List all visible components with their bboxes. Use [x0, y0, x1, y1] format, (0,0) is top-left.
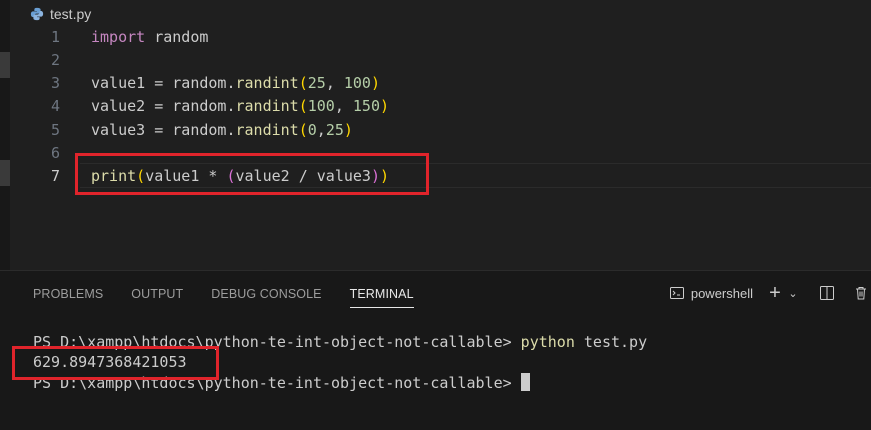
editor-tab-bar: test.py: [10, 0, 871, 26]
tab-problems[interactable]: PROBLEMS: [33, 287, 103, 308]
highlight-box-print-line: [75, 153, 429, 195]
tab-test-py[interactable]: test.py: [30, 4, 91, 24]
python-file-icon: [30, 7, 44, 21]
code-text: value2 = random.randint(100, 150): [91, 97, 390, 116]
activity-bar-edge: [0, 0, 10, 270]
terminal-command-arg: test.py: [574, 333, 648, 351]
terminal-cursor: [520, 373, 530, 391]
gutter-marker: [0, 52, 10, 78]
line-number: 2: [50, 50, 60, 69]
add-terminal-icon[interactable]: +: [765, 282, 785, 304]
code-line[interactable]: 2: [10, 48, 871, 71]
shell-name[interactable]: powershell: [691, 286, 753, 301]
chevron-down-icon[interactable]: ⌄: [787, 283, 799, 303]
line-number: 7: [50, 167, 60, 186]
line-number: 1: [50, 27, 60, 46]
tab-output[interactable]: OUTPUT: [131, 287, 183, 308]
code-line[interactable]: 5 value3 = random.randint(0,25): [10, 118, 871, 141]
line-number: 4: [50, 97, 60, 116]
code-line[interactable]: 3 value1 = random.randint(25, 100): [10, 72, 871, 95]
tab-label: test.py: [50, 6, 92, 22]
panel-tab-strip: PROBLEMS OUTPUT DEBUG CONSOLE TERMINAL: [33, 287, 414, 308]
code-text: value3 = random.randint(0,25): [91, 120, 353, 139]
code-text: value1 = random.randint(25, 100): [91, 74, 380, 93]
terminal-command: python: [520, 333, 575, 351]
terminal-toolbar: powershell + ⌄: [667, 282, 871, 304]
terminal-icon: [667, 283, 687, 303]
highlight-box-output: [12, 346, 219, 380]
trash-icon[interactable]: [851, 283, 871, 303]
line-number: 3: [50, 74, 60, 93]
tab-debug-console[interactable]: DEBUG CONSOLE: [211, 287, 321, 308]
split-terminal-icon[interactable]: [817, 283, 837, 303]
tab-terminal[interactable]: TERMINAL: [349, 287, 414, 308]
code-text: import random: [91, 27, 209, 46]
code-editor[interactable]: 1 import random 2 3 value1 = random.randint(…: [10, 24, 871, 270]
line-number: 5: [50, 120, 60, 139]
code-line[interactable]: 1 import random: [10, 25, 871, 48]
gutter-marker: [0, 160, 10, 186]
line-number: 6: [50, 144, 60, 162]
code-line[interactable]: 4 value2 = random.randint(100, 150): [10, 95, 871, 118]
